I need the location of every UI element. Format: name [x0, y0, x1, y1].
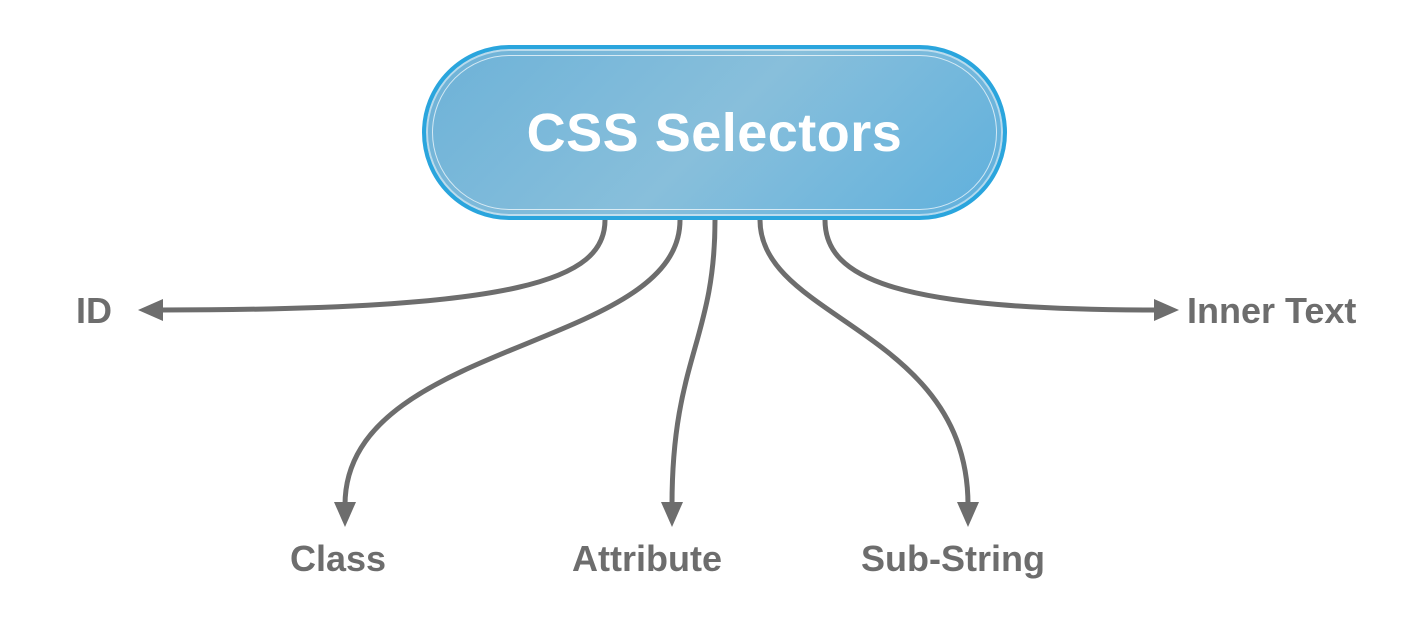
- branch-label-class: Class: [290, 538, 386, 580]
- branch-label-innertext: Inner Text: [1187, 290, 1356, 332]
- branch-label-attribute: Attribute: [572, 538, 722, 580]
- root-node: CSS Selectors: [422, 45, 1007, 220]
- root-title: CSS Selectors: [527, 102, 903, 164]
- branch-label-substring: Sub-String: [861, 538, 1045, 580]
- branch-label-id: ID: [76, 290, 112, 332]
